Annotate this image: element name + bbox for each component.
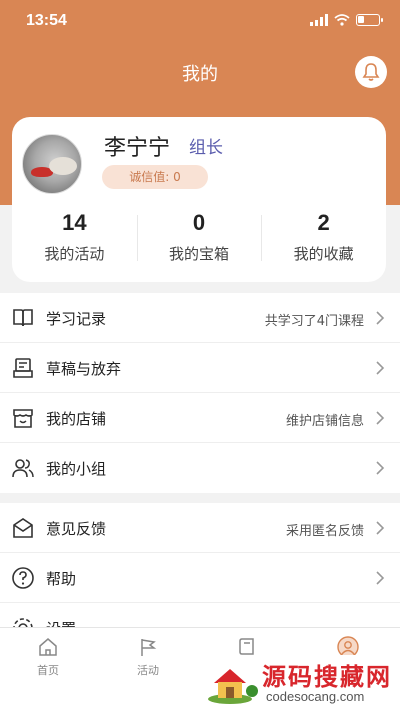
menu-item-drafts[interactable]: 草稿与放弃 bbox=[0, 343, 400, 393]
chevron-right-icon bbox=[376, 361, 385, 375]
profile-card: 李宁宁 组长 诚信值: 0 14 我的活动 0 我的宝箱 2 我的收藏 bbox=[12, 117, 386, 282]
home-icon bbox=[39, 638, 57, 656]
wifi-icon bbox=[334, 14, 350, 26]
user-name: 李宁宁 bbox=[104, 136, 171, 161]
notification-button[interactable] bbox=[355, 56, 387, 88]
chevron-right-icon bbox=[376, 311, 385, 325]
shop-icon bbox=[13, 409, 33, 428]
stat-treasure[interactable]: 0 我的宝箱 bbox=[136, 209, 262, 269]
menu-item-my-shop[interactable]: 我的店铺 维护店铺信息 bbox=[0, 393, 400, 443]
stat-value: 14 bbox=[62, 210, 87, 235]
stat-value: 0 bbox=[192, 210, 206, 235]
menu-value: 维护店铺信息 bbox=[285, 414, 364, 429]
watermark-title: 源码搜藏网 bbox=[262, 663, 392, 691]
avatar[interactable] bbox=[22, 134, 82, 194]
stat-label: 我的活动 bbox=[44, 245, 105, 263]
menu-label: 意见反馈 bbox=[46, 520, 107, 538]
book-icon bbox=[13, 309, 33, 327]
menu-item-study-record[interactable]: 学习记录 共学习了4门课程 bbox=[0, 293, 400, 343]
flag-icon bbox=[141, 639, 157, 656]
status-bar: 13:54 bbox=[0, 0, 400, 44]
credit-badge: 诚信值: 0 bbox=[102, 165, 208, 189]
mail-icon bbox=[13, 518, 33, 538]
menu-label: 我的店铺 bbox=[46, 410, 107, 428]
help-icon bbox=[12, 567, 34, 589]
menu-label: 草稿与放弃 bbox=[46, 360, 122, 378]
chevron-right-icon bbox=[376, 571, 385, 585]
chevron-right-icon bbox=[376, 461, 385, 475]
tab-label: 首页 bbox=[37, 664, 59, 677]
house-logo-icon bbox=[208, 669, 258, 704]
stat-label: 我的宝箱 bbox=[169, 245, 230, 263]
tab-activity[interactable]: 活动 bbox=[118, 636, 178, 678]
chevron-right-icon bbox=[376, 411, 385, 425]
chevron-right-icon bbox=[376, 521, 385, 535]
status-time: 13:54 bbox=[26, 12, 67, 29]
menu-label: 我的小组 bbox=[46, 460, 107, 478]
tab-home[interactable]: 首页 bbox=[18, 636, 78, 678]
menu-label: 帮助 bbox=[46, 570, 77, 588]
bell-icon bbox=[362, 63, 380, 81]
tab-label: 活动 bbox=[137, 664, 159, 677]
battery-icon bbox=[356, 14, 383, 26]
stat-label: 我的收藏 bbox=[293, 245, 354, 263]
status-icons bbox=[310, 14, 383, 26]
watermark: 源码搜藏网 codesocang.com bbox=[200, 655, 400, 710]
menu-value: 采用匿名反馈 bbox=[285, 524, 364, 539]
draft-icon bbox=[13, 358, 33, 378]
group-icon bbox=[12, 459, 34, 478]
menu-item-help[interactable]: 帮助 bbox=[0, 553, 400, 603]
menu-item-feedback[interactable]: 意见反馈 采用匿名反馈 bbox=[0, 503, 400, 553]
menu-value: 共学习了4门课程 bbox=[264, 314, 364, 329]
watermark-url: codesocang.com bbox=[266, 689, 365, 704]
menu-item-my-group[interactable]: 我的小组 bbox=[0, 443, 400, 493]
stat-activities[interactable]: 14 我的活动 bbox=[12, 209, 137, 269]
menu-group-1: 学习记录 共学习了4门课程 草稿与放弃 我的店铺 维护店铺信息 我的小组 bbox=[0, 293, 400, 493]
stats-row: 14 我的活动 0 我的宝箱 2 我的收藏 bbox=[12, 209, 386, 269]
user-role: 组长 bbox=[189, 138, 223, 158]
menu-label: 学习记录 bbox=[46, 310, 107, 328]
page-title: 我的 bbox=[182, 64, 218, 85]
signal-icon bbox=[310, 14, 328, 26]
stat-favorites[interactable]: 2 我的收藏 bbox=[261, 209, 386, 269]
stat-value: 2 bbox=[317, 210, 330, 235]
